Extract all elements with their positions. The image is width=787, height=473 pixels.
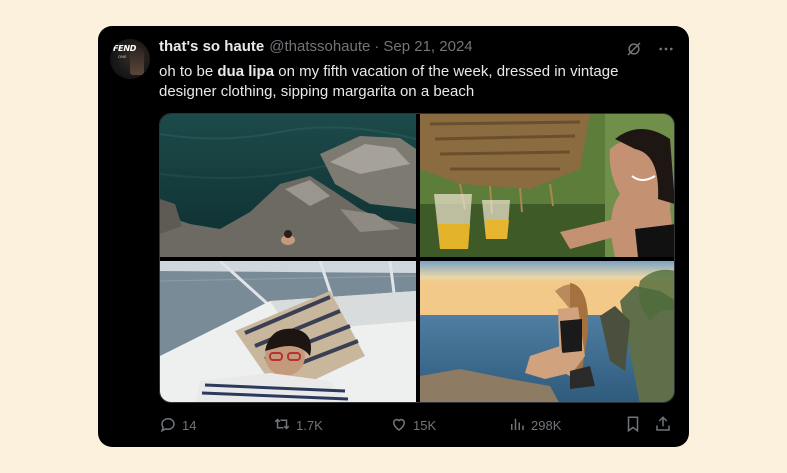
like-button[interactable]: 15K bbox=[390, 415, 436, 435]
avatar-logo-text: FEND bbox=[113, 44, 137, 53]
bookmark-button[interactable] bbox=[624, 415, 642, 435]
avatar[interactable]: FEND ONE bbox=[110, 39, 150, 79]
share-button[interactable] bbox=[654, 415, 672, 435]
more-horizontal-icon[interactable] bbox=[657, 40, 675, 63]
tweet-text-part1: oh to be bbox=[159, 63, 218, 80]
reply-count: 14 bbox=[182, 417, 197, 433]
action-bar: 14 1.7K 15K 298K bbox=[159, 415, 675, 435]
repost-button[interactable]: 1.7K bbox=[273, 415, 323, 435]
views-chart-icon bbox=[508, 415, 526, 436]
repost-icon bbox=[273, 415, 291, 436]
tweet-text-mention: dua lipa bbox=[217, 63, 275, 80]
display-name[interactable]: that's so haute bbox=[159, 38, 264, 55]
like-count: 15K bbox=[413, 417, 437, 433]
tweet-text: oh to be dua lipa on my fifth vacation o… bbox=[159, 62, 669, 102]
header-icons bbox=[625, 40, 675, 63]
reply-icon bbox=[159, 415, 177, 436]
views-count: 298K bbox=[531, 417, 562, 433]
grok-icon[interactable] bbox=[625, 40, 643, 63]
separator-dot: · bbox=[374, 38, 380, 55]
tweet-date[interactable]: Sep 21, 2024 bbox=[383, 38, 472, 55]
photo-rocky-sea-icon[interactable] bbox=[160, 114, 416, 257]
bookmark-icon bbox=[624, 415, 642, 436]
media-grid bbox=[159, 113, 675, 403]
photo-toast-drinks-icon[interactable] bbox=[420, 114, 674, 257]
heart-icon bbox=[390, 415, 408, 436]
views-button[interactable]: 298K bbox=[508, 415, 561, 435]
tweet-card[interactable]: FEND ONE that's so haute @thatssohaute ·… bbox=[98, 26, 689, 447]
share-icon bbox=[654, 415, 672, 436]
user-handle[interactable]: @thatssohaute bbox=[269, 38, 370, 55]
avatar-logo-subtext: ONE bbox=[118, 54, 127, 59]
tweet-header: that's so haute @thatssohaute · Sep 21, … bbox=[159, 38, 473, 55]
repost-count: 1.7K bbox=[296, 417, 323, 433]
reply-button[interactable]: 14 bbox=[159, 415, 196, 435]
photo-boat-deck-icon[interactable] bbox=[160, 261, 416, 402]
photo-sunset-cliff-icon[interactable] bbox=[420, 261, 674, 402]
